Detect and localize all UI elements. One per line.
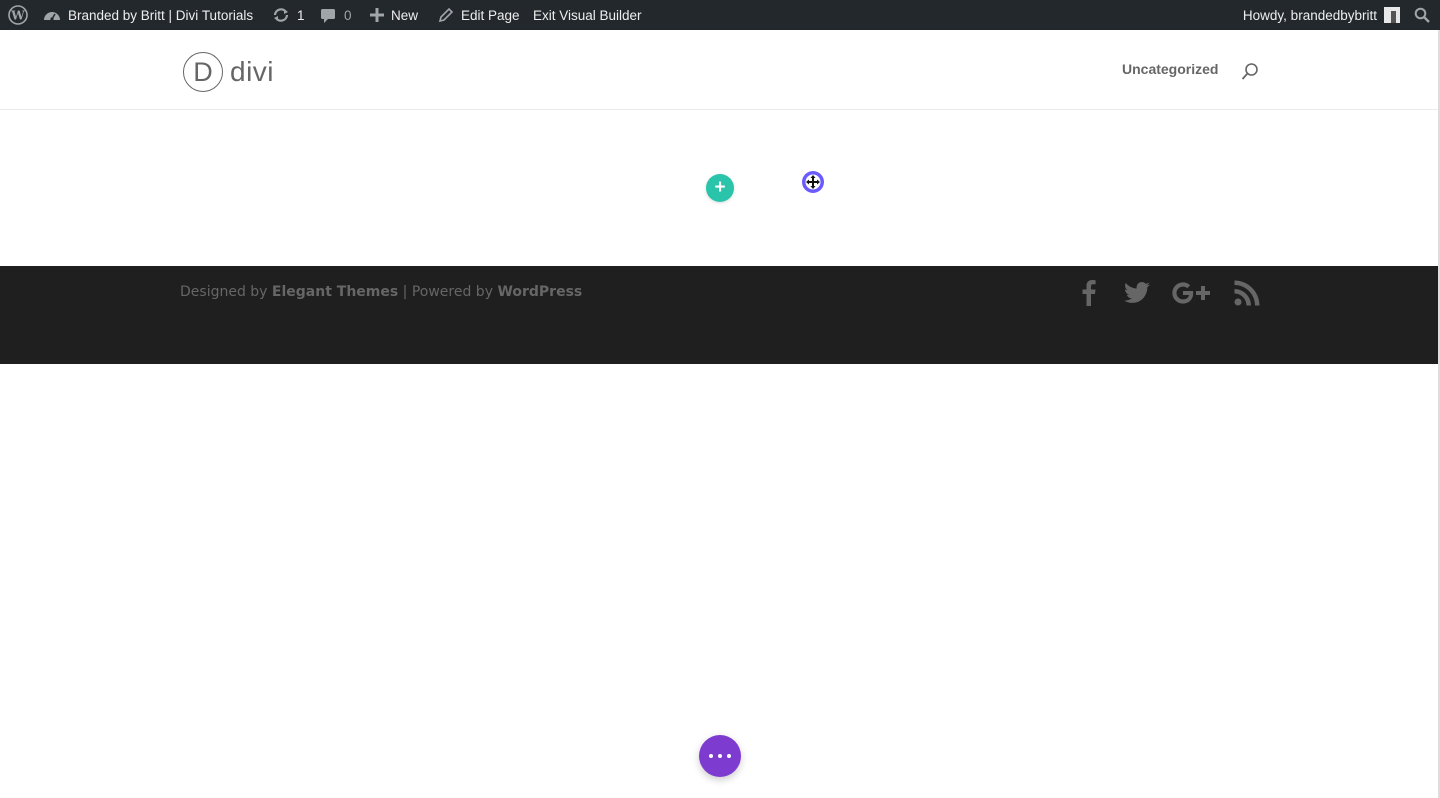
plus-icon bbox=[370, 8, 384, 22]
avatar bbox=[1384, 7, 1400, 23]
exit-visual-builder-link[interactable]: Exit Visual Builder bbox=[533, 0, 642, 30]
page-settings-button[interactable] bbox=[699, 735, 741, 777]
updates-count: 1 bbox=[297, 7, 305, 23]
site-logo[interactable]: D divi bbox=[183, 52, 274, 92]
more-dots-icon bbox=[709, 754, 713, 758]
my-account-menu[interactable]: Howdy, brandedbybritt bbox=[1243, 0, 1400, 30]
footer: Designed by Elegant Themes | Powered by … bbox=[0, 266, 1440, 364]
dashboard-icon bbox=[43, 8, 61, 22]
nav-item-uncategorized[interactable]: Uncategorized bbox=[1122, 61, 1218, 77]
designed-by-label: Designed by bbox=[180, 284, 268, 300]
refresh-icon bbox=[272, 7, 290, 23]
svg-text:W: W bbox=[10, 9, 25, 23]
search-icon[interactable] bbox=[1240, 62, 1260, 87]
site-name-label: Branded by Britt | Divi Tutorials bbox=[68, 7, 254, 23]
logo-wordmark: divi bbox=[230, 56, 275, 87]
new-label: New bbox=[391, 7, 419, 23]
edit-page-label: Edit Page bbox=[461, 7, 520, 23]
comment-icon bbox=[320, 8, 336, 23]
more-dots-icon-dot bbox=[727, 754, 731, 758]
pencil-icon bbox=[438, 7, 454, 23]
adminbar-search-icon[interactable] bbox=[1414, 0, 1430, 30]
updates-menu[interactable]: 1 bbox=[272, 0, 305, 30]
wordpress-logo-icon[interactable]: W bbox=[8, 0, 28, 30]
comments-menu[interactable]: 0 bbox=[320, 0, 352, 30]
plus-icon: + bbox=[714, 177, 726, 198]
add-module-button[interactable]: + bbox=[706, 174, 734, 202]
wordpress-link[interactable]: WordPress bbox=[497, 284, 582, 300]
more-dots-icon-dot bbox=[718, 754, 722, 758]
google-plus-icon[interactable] bbox=[1172, 280, 1214, 306]
twitter-icon[interactable] bbox=[1124, 280, 1150, 306]
footer-credits: Designed by Elegant Themes | Powered by … bbox=[180, 284, 582, 300]
elegant-themes-link[interactable]: Elegant Themes bbox=[272, 284, 398, 300]
new-content-menu[interactable]: New bbox=[370, 0, 418, 30]
powered-by-label: | Powered by bbox=[402, 284, 493, 300]
exit-builder-label: Exit Visual Builder bbox=[533, 7, 642, 23]
howdy-label: Howdy, brandedbybritt bbox=[1242, 7, 1377, 23]
facebook-icon[interactable] bbox=[1082, 280, 1096, 306]
move-cursor-icon bbox=[802, 171, 824, 193]
site-name-menu[interactable]: Branded by Britt | Divi Tutorials bbox=[43, 0, 253, 30]
wp-admin-bar: W Branded by Britt | Divi Tutorials 1 0 … bbox=[0, 0, 1440, 30]
comments-count: 0 bbox=[344, 7, 352, 23]
edit-page-link[interactable]: Edit Page bbox=[438, 0, 520, 30]
site-header: D divi Uncategorized bbox=[0, 30, 1440, 110]
rss-icon[interactable] bbox=[1234, 280, 1260, 306]
logo-mark: D bbox=[183, 52, 223, 92]
